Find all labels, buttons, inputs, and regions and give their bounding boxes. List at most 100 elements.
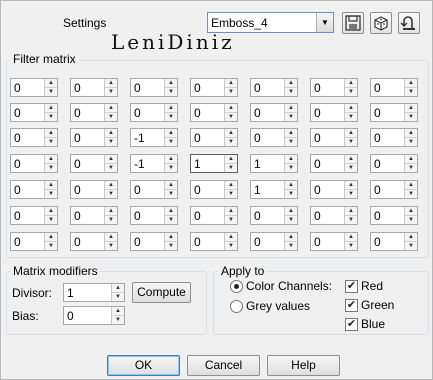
divisor-spinner[interactable]: ▲ ▼ [63, 283, 125, 302]
matrix-cell-spinner[interactable]: ▲▼ [190, 232, 238, 251]
spin-up-icon[interactable]: ▲ [105, 129, 117, 138]
matrix-cell-input[interactable] [311, 155, 345, 172]
matrix-cell-input[interactable] [251, 79, 285, 96]
matrix-cell-input[interactable] [311, 207, 345, 224]
spin-up-icon[interactable]: ▲ [112, 307, 124, 316]
matrix-cell-spinner[interactable]: ▲▼ [70, 103, 118, 122]
matrix-cell-spinner[interactable]: ▲▼ [130, 206, 178, 225]
spin-up-icon[interactable]: ▲ [105, 79, 117, 88]
spin-down-icon[interactable]: ▼ [285, 242, 297, 250]
spin-down-icon[interactable]: ▼ [285, 190, 297, 198]
spin-down-icon[interactable]: ▼ [405, 216, 417, 224]
matrix-cell-input[interactable] [131, 207, 165, 224]
spin-up-icon[interactable]: ▲ [105, 104, 117, 113]
grey-values-radio[interactable] [230, 300, 243, 313]
matrix-cell-input[interactable] [71, 79, 105, 96]
matrix-cell-spinner[interactable]: ▲▼ [310, 78, 358, 97]
spin-down-icon[interactable]: ▼ [405, 190, 417, 198]
matrix-cell-input[interactable] [251, 233, 285, 250]
matrix-cell-input[interactable] [131, 155, 165, 172]
matrix-cell-input[interactable] [71, 129, 105, 146]
matrix-cell-input[interactable] [311, 129, 345, 146]
matrix-cell-input[interactable] [251, 129, 285, 146]
spin-up-icon[interactable]: ▲ [105, 155, 117, 164]
spin-up-icon[interactable]: ▲ [105, 233, 117, 242]
spin-down-icon[interactable]: ▼ [225, 216, 237, 224]
spin-down-icon[interactable]: ▼ [105, 190, 117, 198]
spin-up-icon[interactable]: ▲ [225, 181, 237, 190]
spin-down-icon[interactable]: ▼ [225, 242, 237, 250]
spin-down-icon[interactable]: ▼ [225, 138, 237, 146]
matrix-cell-input[interactable] [311, 233, 345, 250]
spin-up-icon[interactable]: ▲ [345, 79, 357, 88]
matrix-cell-input[interactable] [371, 104, 405, 121]
matrix-cell-spinner[interactable]: ▲▼ [370, 206, 418, 225]
cancel-button[interactable]: Cancel [187, 355, 260, 376]
spin-down-icon[interactable]: ▼ [45, 216, 57, 224]
spin-up-icon[interactable]: ▲ [285, 104, 297, 113]
reset-button[interactable] [398, 12, 420, 34]
bias-input[interactable] [64, 307, 112, 324]
save-preset-button[interactable] [342, 12, 364, 34]
matrix-cell-input[interactable] [71, 233, 105, 250]
matrix-cell-spinner[interactable]: ▲▼ [10, 154, 58, 173]
matrix-cell-spinner[interactable]: ▲▼ [190, 154, 238, 173]
spin-down-icon[interactable]: ▼ [345, 242, 357, 250]
spin-down-icon[interactable]: ▼ [405, 88, 417, 96]
spin-down-icon[interactable]: ▼ [225, 190, 237, 198]
matrix-cell-input[interactable] [251, 104, 285, 121]
spin-down-icon[interactable]: ▼ [45, 88, 57, 96]
blue-checkbox[interactable]: ✔ [345, 318, 358, 331]
spin-down-icon[interactable]: ▼ [345, 113, 357, 121]
spin-down-icon[interactable]: ▼ [105, 216, 117, 224]
matrix-cell-spinner[interactable]: ▲▼ [310, 232, 358, 251]
matrix-cell-input[interactable] [131, 233, 165, 250]
spin-up-icon[interactable]: ▲ [112, 284, 124, 293]
matrix-cell-input[interactable] [371, 181, 405, 198]
spin-up-icon[interactable]: ▲ [405, 181, 417, 190]
spin-up-icon[interactable]: ▲ [345, 207, 357, 216]
matrix-cell-spinner[interactable]: ▲▼ [250, 232, 298, 251]
spin-down-icon[interactable]: ▼ [165, 216, 177, 224]
spin-down-icon[interactable]: ▼ [45, 242, 57, 250]
matrix-cell-spinner[interactable]: ▲▼ [310, 206, 358, 225]
spin-down-icon[interactable]: ▼ [45, 190, 57, 198]
matrix-cell-spinner[interactable]: ▲▼ [250, 154, 298, 173]
spin-up-icon[interactable]: ▲ [165, 181, 177, 190]
matrix-cell-spinner[interactable]: ▲▼ [250, 206, 298, 225]
matrix-cell-spinner[interactable]: ▲▼ [250, 128, 298, 147]
matrix-cell-spinner[interactable]: ▲▼ [130, 154, 178, 173]
spin-up-icon[interactable]: ▲ [45, 79, 57, 88]
spin-up-icon[interactable]: ▲ [225, 79, 237, 88]
spin-up-icon[interactable]: ▲ [405, 155, 417, 164]
spin-down-icon[interactable]: ▼ [285, 216, 297, 224]
spin-up-icon[interactable]: ▲ [285, 155, 297, 164]
ok-button[interactable]: OK [107, 355, 180, 376]
matrix-cell-spinner[interactable]: ▲▼ [70, 206, 118, 225]
matrix-cell-spinner[interactable]: ▲▼ [70, 128, 118, 147]
spin-down-icon[interactable]: ▼ [165, 164, 177, 172]
red-checkbox[interactable]: ✔ [345, 280, 358, 293]
spin-up-icon[interactable]: ▲ [45, 155, 57, 164]
spin-down-icon[interactable]: ▼ [285, 113, 297, 121]
spin-up-icon[interactable]: ▲ [405, 104, 417, 113]
matrix-cell-spinner[interactable]: ▲▼ [70, 154, 118, 173]
matrix-cell-spinner[interactable]: ▲▼ [190, 128, 238, 147]
matrix-cell-input[interactable] [11, 129, 45, 146]
spin-down-icon[interactable]: ▼ [285, 88, 297, 96]
spin-down-icon[interactable]: ▼ [165, 113, 177, 121]
spin-up-icon[interactable]: ▲ [285, 129, 297, 138]
spin-up-icon[interactable]: ▲ [345, 233, 357, 242]
matrix-cell-spinner[interactable]: ▲▼ [130, 103, 178, 122]
matrix-cell-input[interactable] [131, 79, 165, 96]
spin-down-icon[interactable]: ▼ [225, 164, 237, 172]
matrix-cell-input[interactable] [71, 155, 105, 172]
spin-down-icon[interactable]: ▼ [165, 138, 177, 146]
matrix-cell-spinner[interactable]: ▲▼ [370, 232, 418, 251]
matrix-cell-spinner[interactable]: ▲▼ [130, 232, 178, 251]
matrix-cell-input[interactable] [11, 104, 45, 121]
spin-down-icon[interactable]: ▼ [345, 216, 357, 224]
matrix-cell-spinner[interactable]: ▲▼ [70, 180, 118, 199]
matrix-cell-input[interactable] [251, 155, 285, 172]
spin-up-icon[interactable]: ▲ [405, 207, 417, 216]
